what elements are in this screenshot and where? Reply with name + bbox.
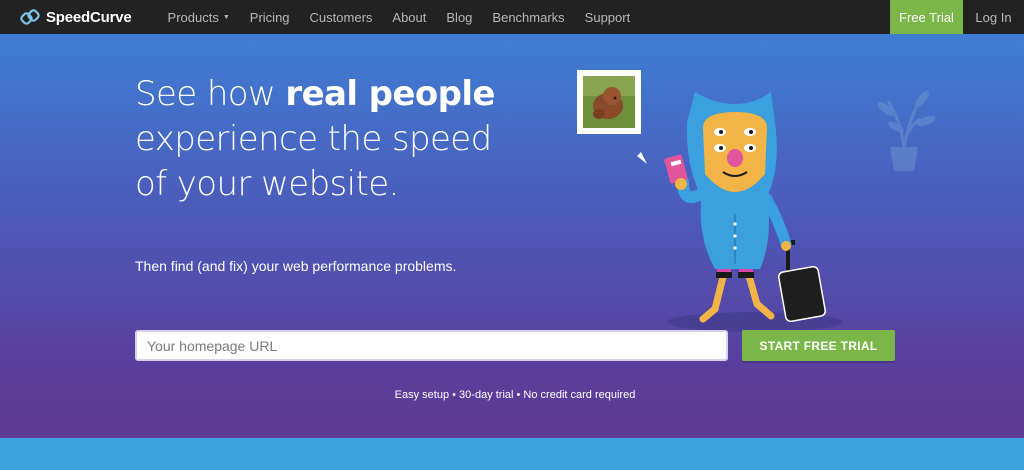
homepage-url-input[interactable]: [135, 330, 728, 361]
nav-link-pricing[interactable]: Pricing: [250, 10, 290, 25]
headline-emphasis: real people: [285, 74, 495, 114]
speedcurve-chain-icon: [20, 9, 40, 25]
nav-link-about[interactable]: About: [392, 10, 426, 25]
nav-link-customers[interactable]: Customers: [310, 10, 373, 25]
nav-link-support[interactable]: Support: [585, 10, 631, 25]
hero-subhead: Then find (and fix) your web performance…: [135, 258, 457, 274]
top-navbar: SpeedCurve Products ▼ Pricing Customers …: [0, 0, 1024, 34]
fine-print: Easy setup • 30-day trial • No credit ca…: [394, 389, 636, 401]
login-link[interactable]: Log In: [963, 0, 1024, 34]
logo-text: SpeedCurve: [46, 8, 132, 26]
nav-link-blog[interactable]: Blog: [446, 10, 472, 25]
dog-photo-frame: [577, 70, 647, 164]
nav-link-products[interactable]: Products ▼: [168, 10, 230, 25]
traveler-character-illustration: [577, 70, 843, 332]
logo[interactable]: SpeedCurve: [20, 0, 132, 34]
suitcase: [778, 240, 826, 323]
hero-headline: See how real people experience the speed…: [135, 72, 555, 207]
headline-text: See how: [135, 74, 286, 114]
headline-text: experience the speed: [135, 119, 492, 159]
next-section-band: [0, 438, 1024, 470]
free-trial-button[interactable]: Free Trial: [890, 0, 963, 34]
start-free-trial-button[interactable]: START FREE TRIAL: [742, 330, 895, 361]
caret-down-icon: ▼: [222, 13, 230, 21]
hero-section: See how real people experience the speed…: [0, 34, 1024, 438]
headline-text: of your website.: [135, 164, 399, 204]
plant-illustration: [877, 90, 936, 171]
nav-links: Products ▼ Pricing Customers About Blog …: [168, 0, 651, 34]
nav-link-benchmarks[interactable]: Benchmarks: [492, 10, 564, 25]
nav-link-label: Products: [167, 9, 219, 25]
